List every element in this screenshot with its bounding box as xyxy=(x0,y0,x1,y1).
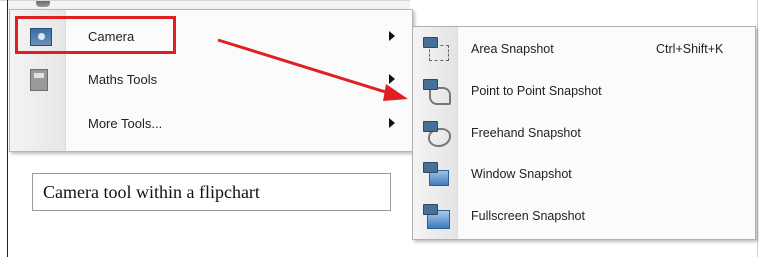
annotation-arrow xyxy=(217,38,408,101)
